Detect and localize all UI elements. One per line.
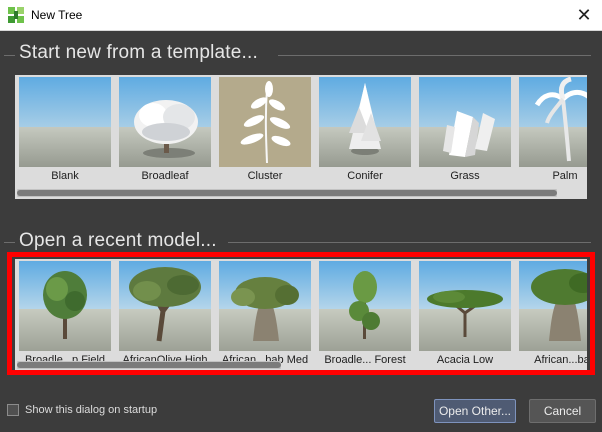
recent-model-african-baobab[interactable]: African...bab (519, 261, 587, 368)
template-broadleaf[interactable]: Broadleaf (119, 77, 211, 184)
recent-model-african-olive[interactable]: AfricanOlive High (119, 261, 211, 368)
broadleaf-forest-thumbnail (319, 261, 411, 351)
close-button[interactable]: ✕ (566, 0, 602, 31)
section-divider (278, 55, 591, 56)
recent-label: African...bab (534, 354, 587, 366)
close-icon: ✕ (576, 5, 592, 25)
template-cluster[interactable]: Cluster (219, 77, 311, 184)
acacia-thumbnail (419, 261, 511, 351)
grass-thumbnail (419, 77, 511, 167)
blank-thumbnail (19, 77, 111, 167)
african-baobab-2-thumbnail (519, 261, 587, 351)
african-olive-thumbnail (119, 261, 211, 351)
templates-scroll-thumb[interactable] (17, 190, 557, 196)
template-label: Palm (552, 170, 578, 182)
section-divider (4, 55, 15, 56)
tree-app-icon (8, 7, 24, 23)
startup-checkbox[interactable] (7, 404, 19, 416)
template-label: Blank (51, 170, 79, 182)
recent-model-broadleaf-field[interactable]: Broadle...p Field (19, 261, 111, 368)
recent-label: Broadle... Forest (324, 354, 406, 366)
template-blank[interactable]: Blank (19, 77, 111, 184)
template-label: Cluster (247, 170, 283, 182)
palm-thumbnail (519, 77, 587, 167)
startup-label: Show this dialog on startup (25, 404, 158, 416)
recent-scrollbar[interactable] (17, 361, 281, 369)
template-label: Grass (450, 170, 480, 182)
window-title: New Tree (31, 8, 83, 22)
section-divider (228, 242, 591, 243)
template-palm[interactable]: Palm (519, 77, 587, 184)
templates-heading: Start new from a template... (19, 42, 258, 63)
template-label: Broadleaf (141, 170, 189, 182)
cluster-thumbnail (219, 77, 311, 167)
recent-model-acacia-low[interactable]: Acacia Low (419, 261, 511, 368)
template-conifer[interactable]: Conifer (319, 77, 411, 184)
recent-model-broadleaf-forest[interactable]: Broadle... Forest (319, 261, 411, 368)
templates-panel: Blank Broadleaf Cluster Conifer Grass Pa… (15, 75, 587, 199)
recent-panel: Broadle...p Field AfricanOlive High Afri… (15, 259, 587, 371)
conifer-thumbnail (319, 77, 411, 167)
template-grass[interactable]: Grass (419, 77, 511, 184)
recent-model-african-baobab-med[interactable]: African...bab Med (219, 261, 311, 368)
cancel-button[interactable]: Cancel (529, 399, 596, 423)
recent-heading: Open a recent model... (19, 230, 217, 251)
recent-scroll-thumb[interactable] (17, 362, 281, 368)
broadleaf-thumbnail (119, 77, 211, 167)
template-label: Conifer (347, 170, 383, 182)
title-bar: New Tree ✕ (0, 0, 602, 31)
open-other-button[interactable]: Open Other... (434, 399, 516, 423)
african-baobab-thumbnail (219, 261, 311, 351)
dialog-body: Start new from a template... Blank Broad… (0, 31, 602, 432)
recent-label: Acacia Low (436, 354, 494, 366)
templates-scrollbar[interactable] (17, 189, 557, 197)
section-divider (4, 242, 15, 243)
startup-checkbox-row[interactable]: Show this dialog on startup (7, 404, 157, 416)
broadleaf-field-thumbnail (19, 261, 111, 351)
